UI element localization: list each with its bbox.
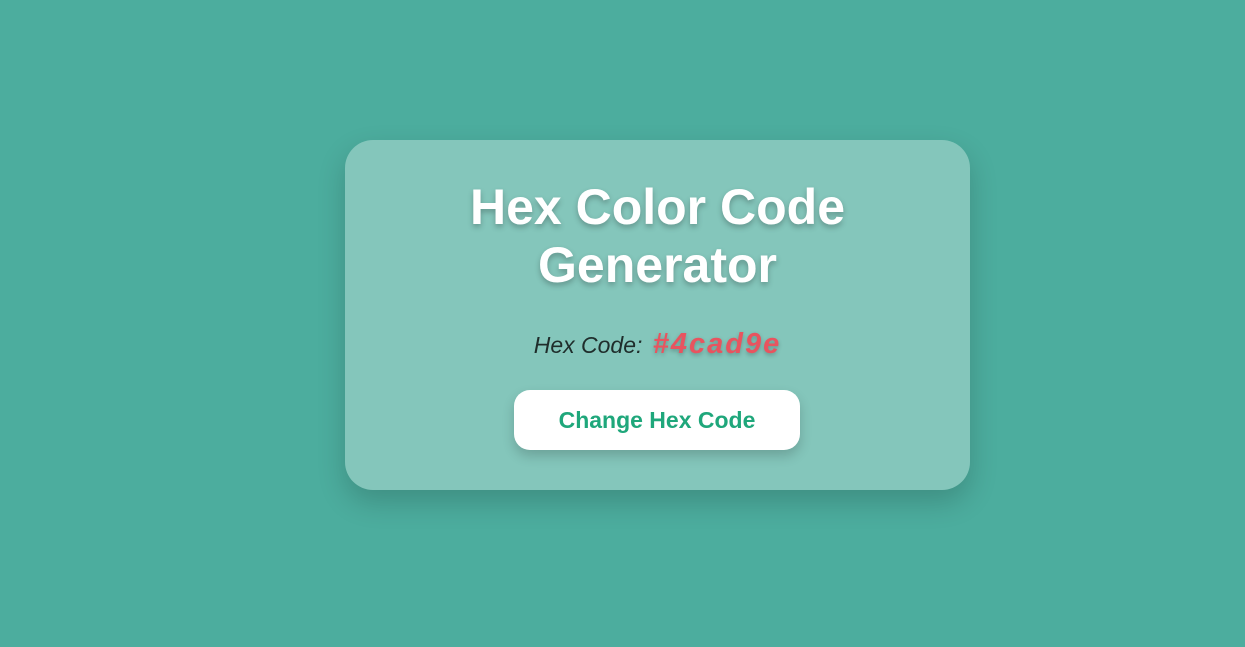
hex-code-label: Hex Code:	[533, 332, 643, 358]
hex-code-value: #4cad9e	[652, 328, 782, 360]
change-hex-code-button[interactable]: Change Hex Code	[514, 390, 800, 450]
generator-card: Hex Color Code Generator Hex Code: #4cad…	[345, 140, 970, 490]
page-title: Hex Color Code Generator	[469, 179, 846, 293]
hex-code-line: Hex Code: #4cad9e	[345, 328, 970, 361]
